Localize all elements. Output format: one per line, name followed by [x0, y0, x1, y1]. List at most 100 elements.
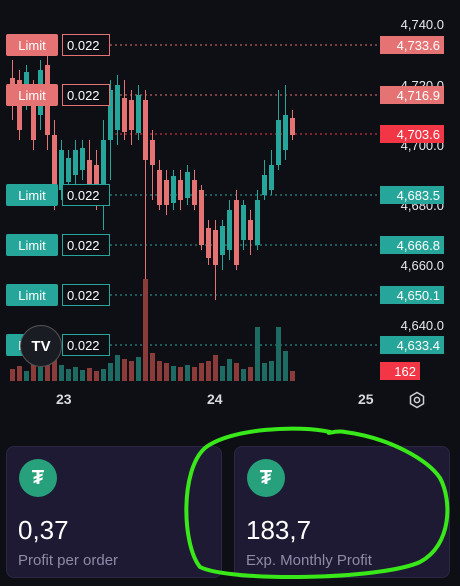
- limit-button[interactable]: Limit: [6, 284, 58, 306]
- candle-body: [185, 172, 190, 198]
- candle-body: [241, 205, 246, 240]
- candle-body: [157, 170, 162, 205]
- candle-body: [220, 226, 225, 255]
- date-axis-label: 25: [358, 391, 374, 407]
- volume-bar: [255, 327, 260, 381]
- price-chart[interactable]: 4,740.0 4,720.0 4,700.0 4,680.0 4,660.0 …: [0, 0, 460, 412]
- order-line-buy[interactable]: Limit 0.022: [6, 184, 110, 206]
- volume-bar: [192, 367, 197, 381]
- volume-bar: [73, 367, 78, 381]
- volume-bar: [199, 363, 204, 381]
- order-line-buy[interactable]: Limit 0.022: [6, 234, 110, 256]
- limit-button[interactable]: Limit: [6, 184, 58, 206]
- volume-bar: [150, 353, 155, 381]
- tether-icon: ₮: [19, 459, 57, 497]
- volume-bar: [262, 363, 267, 381]
- order-price-tag: 4,716.9: [380, 86, 444, 104]
- volume-bar: [94, 371, 99, 381]
- volume-bar: [157, 361, 162, 381]
- candle-body: [290, 118, 295, 135]
- volume-bar: [241, 369, 246, 381]
- candle-body: [213, 230, 218, 265]
- order-price-tag: 4,683.5: [380, 186, 444, 204]
- candle-body: [255, 200, 260, 245]
- volume-bar: [227, 359, 232, 381]
- volume-bar: [136, 357, 141, 381]
- candle-body: [31, 100, 36, 140]
- candle-body: [269, 165, 274, 190]
- candle-body: [143, 100, 148, 160]
- volume-bar: [185, 365, 190, 381]
- volume-bar: [66, 369, 71, 381]
- volume-bar: [122, 359, 127, 381]
- volume-bar: [101, 369, 106, 381]
- limit-button[interactable]: Limit: [6, 34, 58, 56]
- volume-tag: 162: [380, 362, 420, 380]
- volume-bar: [17, 366, 22, 381]
- profit-per-order-value: 0,37: [18, 515, 69, 545]
- monthly-profit-value: 183,7: [246, 515, 312, 545]
- gear-icon[interactable]: [407, 390, 427, 410]
- order-quantity[interactable]: 0.022: [62, 184, 110, 206]
- candle-body: [115, 85, 120, 130]
- price-axis-label: 4,640.0: [400, 318, 444, 333]
- candle-body: [80, 148, 85, 170]
- volume-bar: [220, 366, 225, 381]
- current-price-tag: 4,703.6: [380, 125, 444, 143]
- order-price-tag: 4,650.1: [380, 286, 444, 304]
- profit-per-order-label: Profit per order: [18, 552, 119, 569]
- candle-body: [262, 175, 267, 195]
- order-quantity[interactable]: 0.022: [62, 34, 110, 56]
- volume-bar: [171, 366, 176, 381]
- candle-body: [283, 115, 288, 150]
- monthly-profit-label: Exp. Monthly Profit: [246, 552, 372, 569]
- monthly-profit-card: ₮ 183,7 Exp. Monthly Profit: [234, 446, 450, 578]
- candle-body: [192, 180, 197, 205]
- order-price-tag: 4,666.8: [380, 236, 444, 254]
- tether-icon: ₮: [247, 459, 285, 497]
- volume-bar: [213, 355, 218, 381]
- volume-bar: [178, 367, 183, 381]
- candle-body: [234, 200, 239, 265]
- order-quantity[interactable]: 0.022: [62, 284, 110, 306]
- order-quantity[interactable]: 0.022: [62, 84, 110, 106]
- candle-body: [248, 220, 253, 240]
- volume-bar: [38, 367, 43, 381]
- order-quantity[interactable]: 0.022: [62, 234, 110, 256]
- candle-body: [276, 120, 281, 165]
- order-price-tag: 4,733.6: [380, 36, 444, 54]
- volume-bar: [80, 370, 85, 381]
- price-axis-label: 4,740.0: [400, 17, 444, 32]
- candle-body: [171, 176, 176, 203]
- candle-body: [178, 180, 183, 200]
- candle-body: [206, 228, 211, 258]
- order-line-buy[interactable]: Limit 0.022: [6, 284, 110, 306]
- limit-button[interactable]: Limit: [6, 84, 58, 106]
- candle-body: [73, 150, 78, 175]
- price-axis-label: 4,660.0: [400, 258, 444, 273]
- volume-bar: [10, 369, 15, 381]
- volume-bar: [206, 361, 211, 381]
- candle-body: [122, 98, 127, 132]
- volume-bar: [108, 363, 113, 381]
- volume-bar: [269, 361, 274, 381]
- tradingview-logo[interactable]: TV: [20, 325, 62, 367]
- date-axis-label: 23: [56, 391, 72, 407]
- date-axis-label: 24: [207, 391, 223, 407]
- order-quantity[interactable]: 0.022: [62, 334, 110, 356]
- candle-body: [199, 190, 204, 245]
- candle-body: [136, 95, 141, 133]
- order-line-sell[interactable]: Limit 0.022: [6, 84, 110, 106]
- volume-bar: [234, 363, 239, 381]
- volume-bar: [283, 351, 288, 381]
- limit-button[interactable]: Limit: [6, 234, 58, 256]
- volume-bar: [164, 363, 169, 381]
- volume-bar: [248, 367, 253, 381]
- candle-body: [150, 140, 155, 165]
- profit-per-order-card: ₮ 0,37 Profit per order: [6, 446, 222, 578]
- volume-bar: [290, 371, 295, 381]
- volume-bar: [87, 368, 92, 381]
- order-line-sell[interactable]: Limit 0.022: [6, 34, 110, 56]
- volume-bar: [129, 361, 134, 381]
- order-price-tag: 4,633.4: [380, 336, 444, 354]
